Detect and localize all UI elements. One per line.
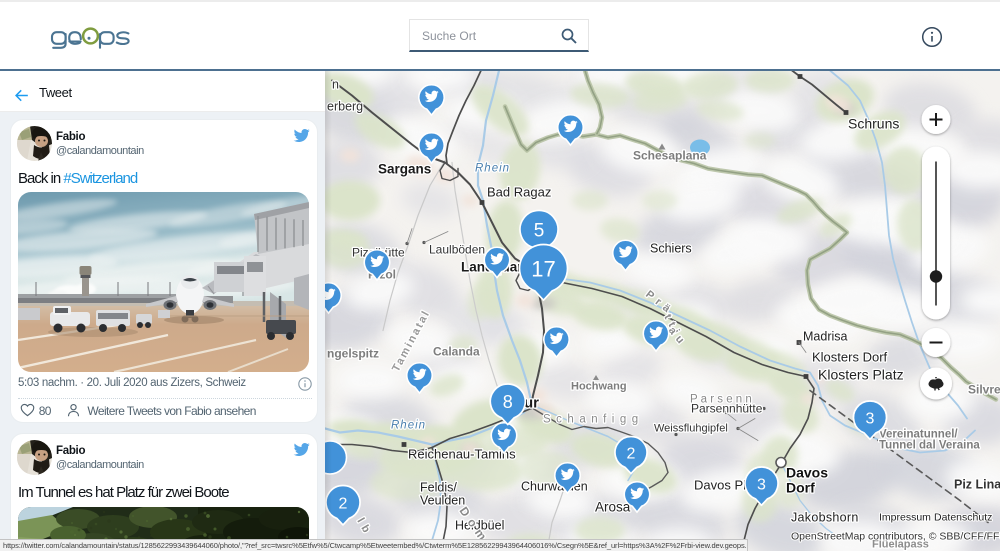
svg-text:Klosters Platz: Klosters Platz — [818, 366, 904, 382]
svg-text:2: 2 — [627, 445, 636, 462]
svg-text:Schiers: Schiers — [650, 241, 692, 255]
svg-text:n: n — [332, 77, 339, 91]
svg-text:Madrisa: Madrisa — [803, 329, 848, 343]
svg-text:Schruns: Schruns — [848, 115, 899, 131]
svg-text:Arosa: Arosa — [595, 499, 631, 514]
svg-text:17: 17 — [531, 256, 555, 281]
svg-text:3: 3 — [757, 476, 766, 493]
svg-text:Davos Pl: Davos Pl — [694, 477, 746, 492]
svg-text:Hochwang: Hochwang — [571, 380, 627, 392]
svg-text:Klosters Dorf: Klosters Dorf — [812, 349, 888, 364]
svg-text:Tunnel dal Veraina: Tunnel dal Veraina — [879, 439, 980, 451]
svg-text:8: 8 — [503, 391, 513, 411]
svg-text:Laulböden: Laulböden — [429, 242, 485, 256]
svg-text:Silvrett: Silvrett — [968, 382, 1000, 396]
svg-text:Feldis/: Feldis/ — [420, 480, 457, 494]
svg-text:Weissfluhgipfel: Weissfluhgipfel — [654, 422, 728, 434]
svg-text:Sargans: Sargans — [378, 161, 431, 176]
svg-text:Piz Linard: Piz Linard — [954, 477, 1000, 491]
svg-text:Datenschutz: Datenschutz — [934, 511, 992, 523]
svg-text:Parsennhütte: Parsennhütte — [691, 401, 763, 415]
svg-text:ur: ur — [524, 394, 539, 411]
svg-text:Schanfigg: Schanfigg — [543, 413, 644, 425]
svg-text:Rhein: Rhein — [475, 162, 510, 174]
svg-text:5: 5 — [534, 220, 545, 241]
svg-text:Calanda: Calanda — [433, 344, 480, 358]
svg-text:Rhein: Rhein — [391, 419, 426, 431]
svg-text:Dorf: Dorf — [786, 479, 815, 495]
svg-text:erberg: erberg — [327, 99, 363, 113]
svg-text:Veulden: Veulden — [420, 493, 465, 507]
svg-text:3: 3 — [866, 410, 875, 427]
svg-text:Impressum: Impressum — [879, 511, 931, 523]
svg-text:Schesaplana: Schesaplana — [633, 148, 707, 162]
svg-text:Davos: Davos — [786, 464, 828, 480]
svg-text:Bad Ragaz: Bad Ragaz — [487, 184, 551, 199]
svg-text:2: 2 — [339, 495, 348, 512]
svg-text:ngelspitz: ngelspitz — [327, 346, 379, 360]
svg-text:OpenStreetMap contributors, ©: OpenStreetMap contributors, © SBB/CFF/FF… — [791, 530, 1000, 542]
svg-text:Jakobshorn: Jakobshorn — [791, 510, 859, 524]
